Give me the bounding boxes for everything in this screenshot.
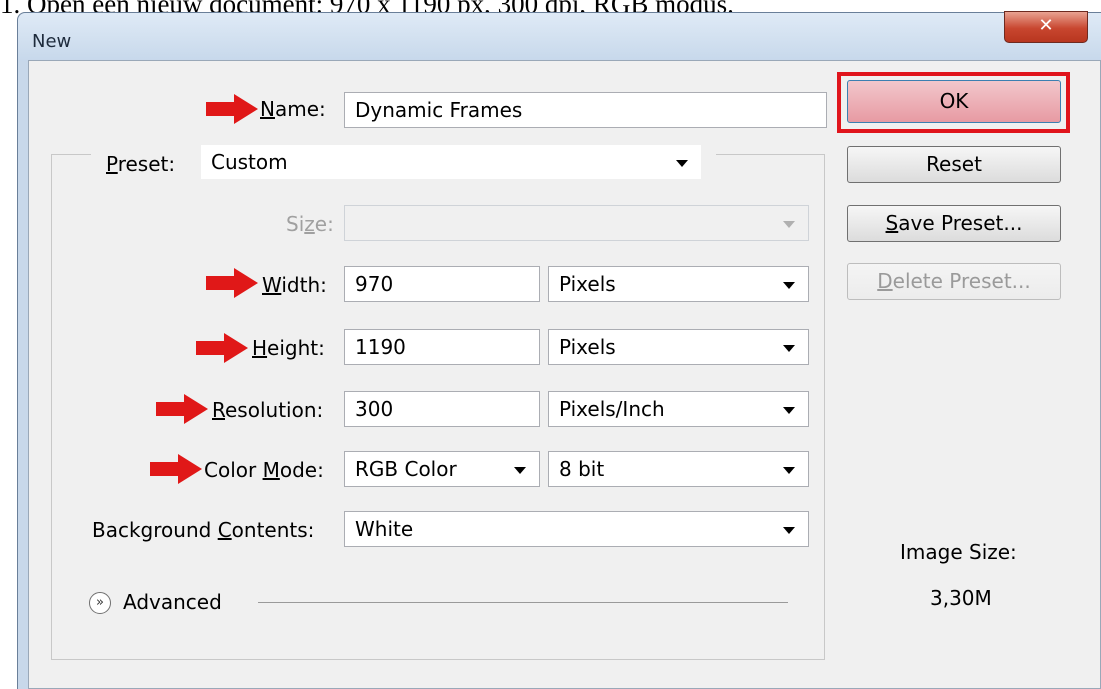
advanced-divider bbox=[258, 602, 788, 603]
preset-group-border-right bbox=[824, 154, 825, 660]
pointer-arrow-icon bbox=[196, 333, 248, 363]
preset-group-border-bottom bbox=[51, 659, 825, 660]
ok-button[interactable]: OK bbox=[847, 80, 1061, 123]
chevron-down-icon bbox=[676, 160, 688, 167]
preset-group-border-top-left bbox=[51, 154, 91, 155]
preset-label: Preset: bbox=[106, 152, 176, 176]
width-label: Width: bbox=[262, 273, 327, 297]
size-select[interactable] bbox=[344, 205, 809, 241]
width-input[interactable]: 970 bbox=[344, 266, 540, 302]
chevron-down-icon bbox=[783, 467, 795, 474]
chevron-down-icon bbox=[514, 467, 526, 474]
dialog-title: New bbox=[32, 31, 72, 52]
advanced-toggle[interactable]: Advanced bbox=[123, 590, 222, 614]
pointer-arrow-icon bbox=[150, 454, 202, 484]
image-size-label: Image Size: bbox=[900, 540, 1017, 564]
bit-depth-select[interactable]: 8 bit bbox=[548, 451, 809, 487]
color-mode-select[interactable]: RGB Color bbox=[344, 451, 540, 487]
color-mode-label: Color Mode: bbox=[204, 458, 324, 482]
image-size-value: 3,30M bbox=[930, 586, 992, 610]
delete-preset-button[interactable]: Delete Preset... bbox=[847, 263, 1061, 300]
preset-group-border-left bbox=[51, 154, 52, 660]
pointer-arrow-icon bbox=[156, 394, 208, 424]
background-contents-select[interactable]: White bbox=[344, 511, 809, 547]
chevron-down-icon bbox=[783, 282, 795, 289]
close-icon: ✕ bbox=[1038, 15, 1054, 36]
chevron-down-icon bbox=[783, 407, 795, 414]
title-bar: New ✕ bbox=[18, 11, 1101, 61]
height-unit-select[interactable]: Pixels bbox=[548, 329, 809, 365]
resolution-input[interactable]: 300 bbox=[344, 391, 540, 427]
width-unit-select[interactable]: Pixels bbox=[548, 266, 809, 302]
chevron-down-icon bbox=[783, 345, 795, 352]
name-label: Name: bbox=[260, 97, 326, 121]
pointer-arrow-icon bbox=[206, 94, 258, 124]
height-label: Height: bbox=[252, 336, 325, 360]
resolution-unit-select[interactable]: Pixels/Inch bbox=[548, 391, 809, 427]
preset-group-border-top-right bbox=[716, 154, 825, 155]
chevron-down-icon bbox=[783, 221, 795, 228]
save-preset-button[interactable]: Save Preset... bbox=[847, 205, 1061, 242]
close-button[interactable]: ✕ bbox=[1004, 11, 1088, 43]
chevron-down-icon bbox=[783, 527, 795, 534]
background-contents-label: Background Contents: bbox=[92, 518, 315, 542]
height-input[interactable]: 1190 bbox=[344, 329, 540, 365]
resolution-label: Resolution: bbox=[212, 398, 324, 422]
expand-chevrons-icon[interactable]: » bbox=[89, 592, 111, 614]
name-input[interactable]: Dynamic Frames bbox=[344, 92, 827, 128]
reset-button[interactable]: Reset bbox=[847, 146, 1061, 183]
pointer-arrow-icon bbox=[206, 268, 258, 298]
preset-select[interactable]: Custom bbox=[200, 144, 702, 180]
size-label: Size: bbox=[286, 212, 334, 236]
